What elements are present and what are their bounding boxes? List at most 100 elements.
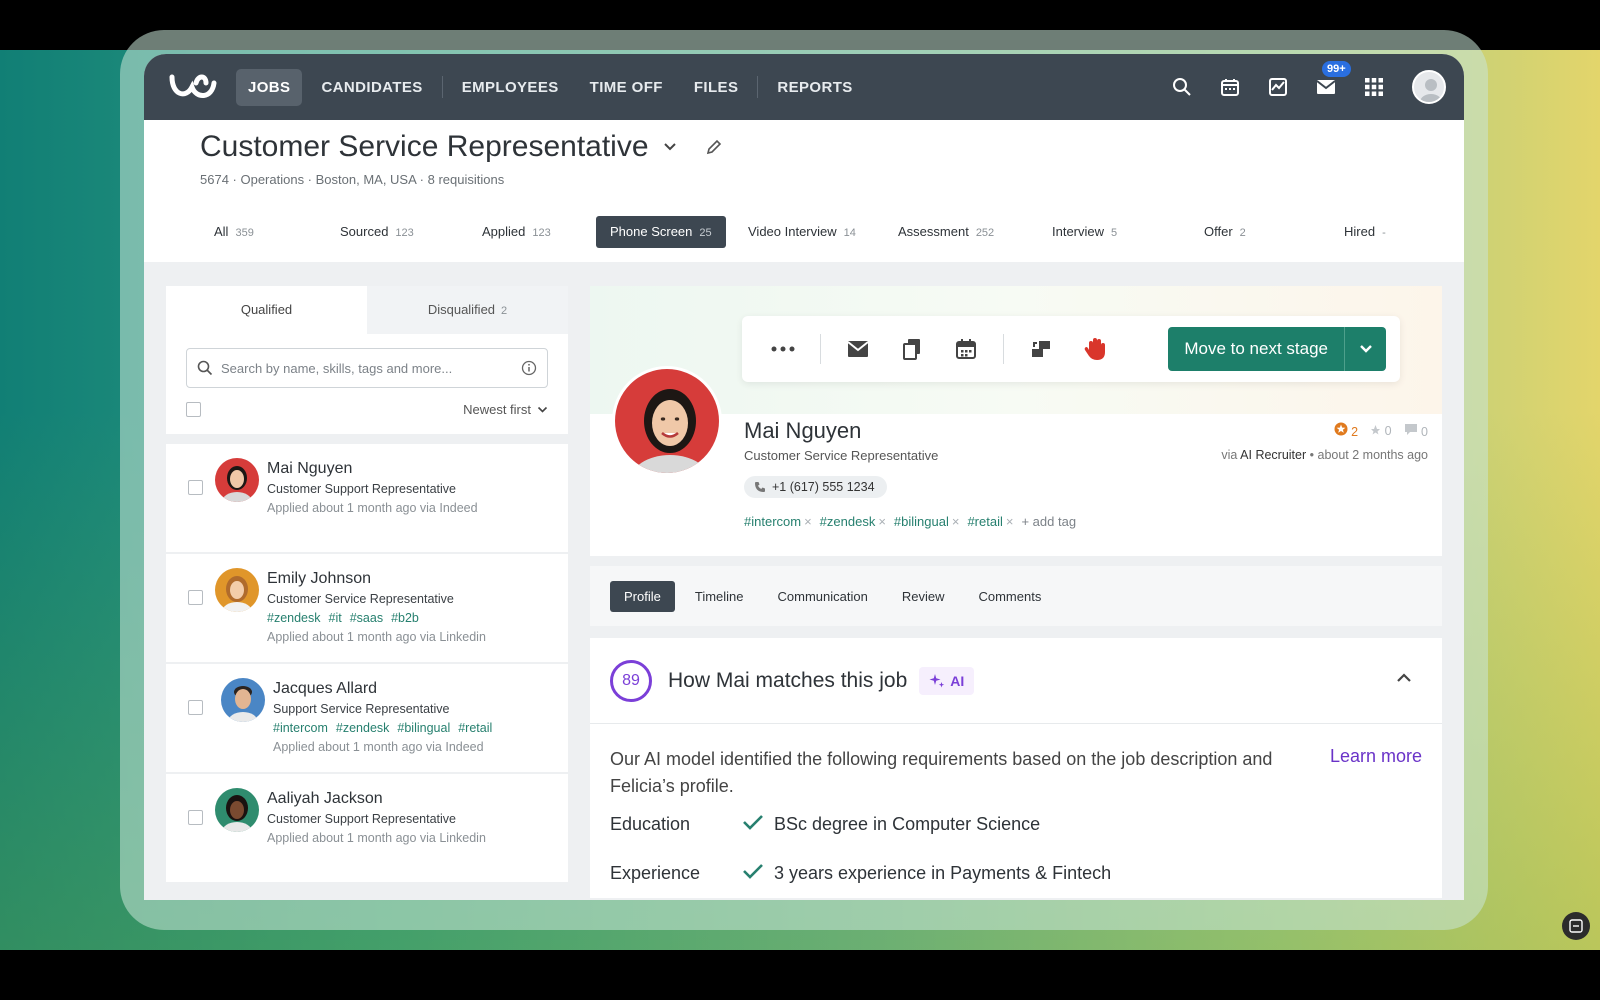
job-title: Customer Service Representative: [200, 130, 649, 163]
move-to-next-stage-button[interactable]: Move to next stage: [1168, 327, 1386, 371]
stage-tab-interview[interactable]: Interview 5: [1038, 216, 1131, 248]
phone-number: +1 (617) 555 1234: [772, 480, 875, 494]
candidate-role: Customer Support Representative: [267, 812, 456, 826]
stage-tab-sourced[interactable]: Sourced 123: [326, 216, 428, 248]
search-box: [186, 348, 548, 388]
mail-icon[interactable]: 99+: [1312, 61, 1351, 101]
candidate-name[interactable]: Mai Nguyen: [267, 460, 478, 478]
star-rating[interactable]: 2: [1334, 422, 1358, 439]
sparkle-icon: [929, 673, 945, 687]
star-count: 2: [1351, 425, 1359, 439]
add-tag-button[interactable]: + add tag: [1021, 514, 1076, 529]
calendar-icon[interactable]: [1216, 73, 1244, 101]
thumbs-rating[interactable]: 0: [1370, 424, 1392, 438]
transfer-icon[interactable]: [1014, 329, 1068, 369]
schedule-icon[interactable]: [939, 329, 993, 369]
nav-jobs[interactable]: JOBS: [236, 68, 303, 106]
chevron-up-icon[interactable]: [1396, 670, 1412, 688]
tag[interactable]: #it: [329, 611, 342, 625]
tag[interactable]: #retail: [458, 721, 492, 735]
candidate-role: Support Service Representative: [273, 702, 450, 716]
candidate-checkbox[interactable]: [188, 480, 203, 495]
candidate-row[interactable]: Aaliyah Jackson Customer Support Represe…: [166, 774, 568, 882]
candidate-row[interactable]: Jacques Allard Support Service Represent…: [166, 664, 568, 772]
candidate-name[interactable]: Jacques Allard: [273, 680, 500, 698]
search-input[interactable]: [221, 360, 513, 376]
stage-tab-phone-screen[interactable]: Phone Screen 25: [596, 216, 726, 248]
job-header: Customer Service Representative 5674 · O…: [144, 120, 1464, 262]
tag[interactable]: #saas: [350, 611, 383, 625]
tag[interactable]: #zendesk: [267, 611, 321, 625]
candidate-name[interactable]: Aaliyah Jackson: [267, 790, 486, 808]
learn-more-link[interactable]: Learn more: [1330, 746, 1422, 767]
remove-tag-icon[interactable]: ×: [1006, 514, 1014, 529]
tag[interactable]: #intercom: [744, 514, 801, 529]
more-options-icon[interactable]: [756, 329, 810, 369]
analytics-icon[interactable]: [1264, 73, 1292, 101]
candidate-row[interactable]: Emily Johnson Customer Service Represent…: [166, 554, 568, 662]
screenshot-tool-icon[interactable]: [1562, 912, 1590, 940]
apps-grid-icon[interactable]: [1360, 73, 1388, 101]
match-header[interactable]: 89 How Mai matches this job AI: [590, 638, 1442, 724]
candidate-checkbox[interactable]: [188, 590, 203, 605]
tab-timeline[interactable]: Timeline: [681, 581, 758, 612]
tab-qualified[interactable]: Qualified: [166, 286, 367, 334]
chevron-down-icon[interactable]: [1344, 327, 1386, 371]
remove-tag-icon[interactable]: ×: [952, 514, 960, 529]
tab-disqualified[interactable]: Disqualified 2: [367, 286, 568, 334]
tag[interactable]: #bilingual: [397, 721, 450, 735]
brand-logo[interactable]: [168, 69, 222, 105]
candidate-checkbox[interactable]: [188, 700, 203, 715]
nav-time-off[interactable]: TIME OFF: [578, 69, 675, 106]
remove-tag-icon[interactable]: ×: [878, 514, 886, 529]
sort-dropdown[interactable]: Newest first: [463, 402, 548, 417]
select-all-checkbox[interactable]: [186, 402, 201, 417]
copy-icon[interactable]: [885, 329, 939, 369]
disqualify-hand-icon[interactable]: [1068, 329, 1122, 369]
tab-communication[interactable]: Communication: [764, 581, 882, 612]
nav-employees[interactable]: EMPLOYEES: [450, 69, 571, 106]
chevron-down-icon: [537, 406, 548, 413]
requirement-row: Experience 3 years experience in Payment…: [610, 863, 1422, 884]
candidate-applied: Applied about 1 month ago via Indeed: [273, 740, 484, 754]
candidate-tags: #intercom #zendesk #bilingual #retail: [273, 721, 500, 735]
tag[interactable]: #b2b: [391, 611, 419, 625]
edit-pencil-icon[interactable]: [705, 138, 723, 156]
stage-tab-video-interview[interactable]: Video Interview 14: [734, 216, 870, 248]
profile-sub-tabs: Profile Timeline Communication Review Co…: [590, 566, 1442, 626]
candidate-name[interactable]: Emily Johnson: [267, 570, 486, 588]
stage-tab-applied[interactable]: Applied 123: [468, 216, 565, 248]
stage-tab-offer[interactable]: Offer 2: [1190, 216, 1260, 248]
nav-divider: [441, 76, 443, 98]
info-icon[interactable]: [521, 360, 537, 376]
stage-tab-assessment[interactable]: Assessment 252: [884, 216, 1008, 248]
tag[interactable]: #intercom: [273, 721, 328, 735]
phone-icon: [755, 482, 765, 492]
stage-tab-all[interactable]: All 359: [200, 216, 268, 248]
remove-tag-icon[interactable]: ×: [804, 514, 812, 529]
tab-comments[interactable]: Comments: [964, 581, 1055, 612]
phone-chip[interactable]: +1 (617) 555 1234: [744, 476, 887, 498]
tag[interactable]: #zendesk: [336, 721, 390, 735]
user-avatar[interactable]: [1412, 70, 1446, 104]
tab-profile[interactable]: Profile: [610, 580, 675, 612]
ai-badge: AI: [919, 666, 975, 695]
email-icon[interactable]: [831, 329, 885, 369]
nav-reports[interactable]: REPORTS: [765, 69, 864, 106]
tag[interactable]: #retail: [967, 514, 1002, 529]
tag[interactable]: #zendesk: [820, 514, 876, 529]
candidate-checkbox[interactable]: [188, 810, 203, 825]
nav-candidates[interactable]: CANDIDATES: [309, 69, 434, 106]
avatar: [215, 788, 259, 832]
stage-tab-hired[interactable]: Hired -: [1330, 216, 1400, 248]
search-icon[interactable]: [1168, 73, 1196, 101]
chevron-down-icon[interactable]: [663, 142, 677, 152]
tag[interactable]: #bilingual: [894, 514, 949, 529]
ai-label: AI: [950, 672, 965, 689]
tab-review[interactable]: Review: [888, 581, 959, 612]
search-icon: [197, 360, 213, 376]
candidate-row[interactable]: Mai Nguyen Customer Support Representati…: [166, 444, 568, 552]
nav-files[interactable]: FILES: [682, 69, 751, 106]
comments-count-badge[interactable]: 0: [1404, 423, 1428, 439]
avatar: [215, 568, 259, 612]
